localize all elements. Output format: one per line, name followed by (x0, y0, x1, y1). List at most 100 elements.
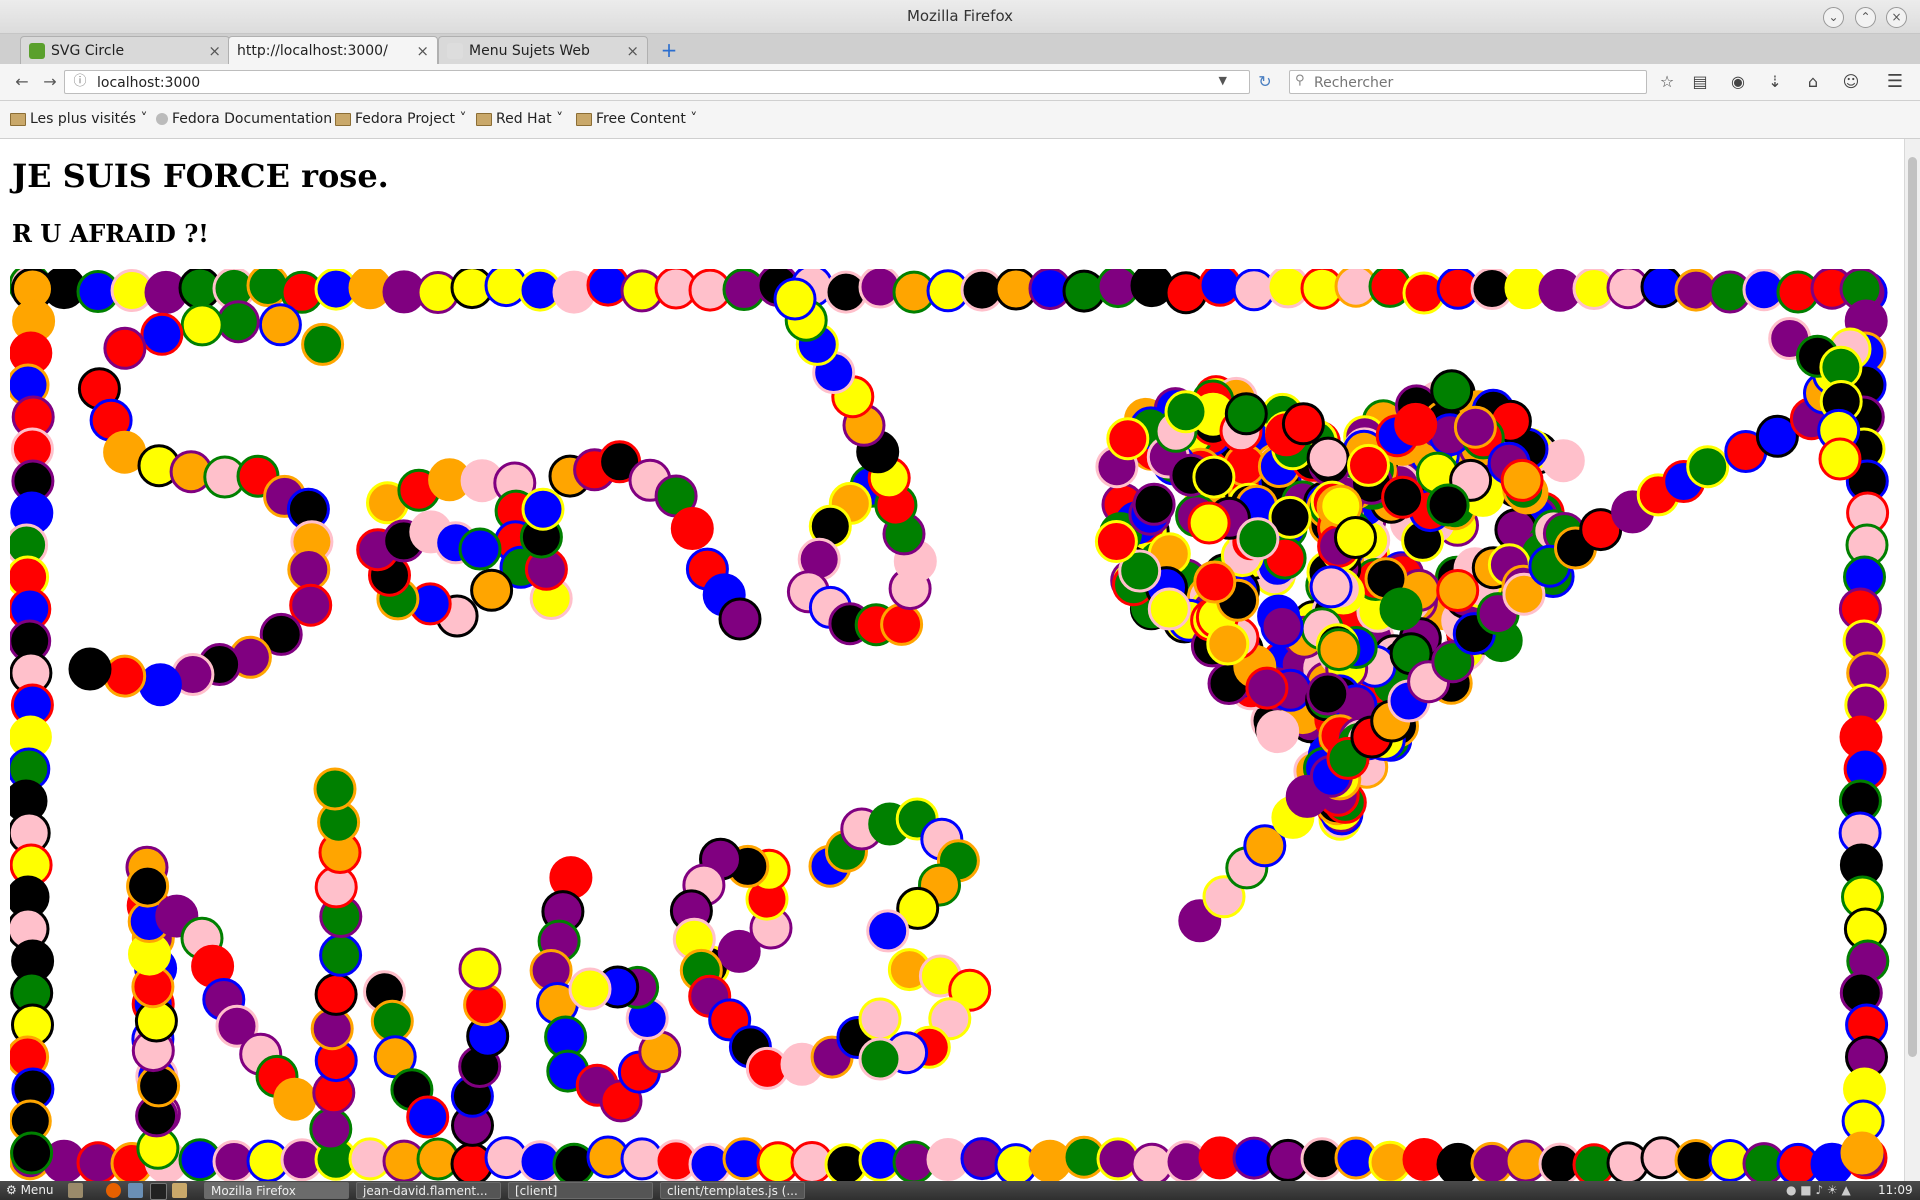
paint-dot (137, 1064, 181, 1108)
taskbar-window-terminal[interactable]: jean-david.flament... (356, 1182, 501, 1199)
paint-dot (1306, 672, 1350, 716)
bookmark-label: Fedora Project (355, 111, 456, 127)
window-title: Mozilla Firefox (906, 7, 1014, 25)
paint-dot (1394, 402, 1438, 446)
taskbar-window-client-folder[interactable]: [client] (508, 1182, 653, 1199)
search-icon: ⚲ (1295, 73, 1305, 88)
chevron-down-icon[interactable]: ▼ (1219, 74, 1227, 87)
paint-dot (370, 999, 414, 1043)
paint-dot (1818, 437, 1862, 481)
paint-dot (1256, 710, 1300, 754)
paint-dot (470, 568, 514, 612)
paint-dot (866, 909, 910, 953)
paint-dot (103, 654, 147, 698)
paint-dot (773, 277, 817, 321)
taskbar-window-firefox[interactable]: Mozilla Firefox (204, 1182, 349, 1199)
tab-svg-circle[interactable]: SVG Circle × (20, 36, 230, 64)
bookmark-fedora-documentation[interactable]: Fedora Documentation (156, 101, 332, 138)
system-tray-icons[interactable]: ● ■ ♪ ☀ ▲ (1780, 1181, 1857, 1200)
paint-dot (858, 997, 902, 1041)
paint-dot (1426, 483, 1470, 527)
files-icon[interactable] (68, 1183, 83, 1198)
close-tab-icon[interactable]: × (208, 37, 221, 64)
chat-icon[interactable]: ☺ (1840, 71, 1862, 93)
bookmark-label: Fedora Documentation (172, 111, 333, 127)
bookmark-red-hat[interactable]: Red Hat ˅ (476, 101, 563, 138)
tab-menu-sujets-web[interactable]: Menu Sujets Web × (438, 36, 648, 64)
folder-icon (10, 112, 26, 126)
bookmark-free-content[interactable]: Free Content ˅ (576, 101, 697, 138)
paint-dot (521, 487, 565, 531)
paint-dot (1334, 516, 1377, 559)
paint-dot (463, 983, 507, 1027)
chevron-down-icon: ˅ (459, 111, 467, 127)
maximize-icon[interactable]: ⌃ (1855, 7, 1876, 28)
url-bar[interactable]: ⓘ ▼ (64, 70, 1250, 94)
paint-dot (1436, 569, 1480, 612)
paint-dot (458, 527, 502, 571)
paint-dot (273, 1077, 317, 1121)
close-window-icon[interactable]: × (1886, 7, 1907, 28)
paint-dot (1260, 605, 1304, 648)
terminal-icon[interactable] (150, 1183, 167, 1200)
drawing-canvas[interactable] (10, 269, 1894, 1181)
paint-dot (309, 1107, 353, 1151)
paint-dot (1453, 405, 1497, 449)
url-input[interactable] (95, 73, 1199, 93)
clock: 11:09 (1878, 1183, 1913, 1197)
bookmarks-list-icon[interactable]: ▤ (1689, 71, 1711, 93)
download-arrow-icon[interactable]: ⇣ (1764, 71, 1786, 93)
globe-icon (156, 113, 168, 125)
paint-dot (1132, 482, 1176, 526)
bookmarks-toolbar: Les plus visités ˅ Fedora Documentation … (0, 101, 1920, 139)
forward-arrow-icon[interactable]: → (38, 70, 62, 94)
bookmark-label: Free Content (596, 111, 686, 127)
start-menu-button[interactable]: ⚙ Menu (0, 1181, 60, 1200)
close-tab-icon[interactable]: × (416, 37, 429, 65)
paint-dot (1430, 369, 1474, 413)
back-arrow-icon[interactable]: ← (10, 70, 34, 94)
tab-localhost[interactable]: http://localhost:3000/ × (228, 36, 438, 65)
paint-dot (1193, 560, 1237, 604)
folder-icon (335, 112, 351, 126)
firefox-icon[interactable] (106, 1183, 121, 1198)
home-icon[interactable]: ⌂ (1802, 71, 1824, 93)
pocket-icon[interactable]: ◉ (1727, 71, 1749, 93)
search-input[interactable] (1312, 73, 1636, 93)
paint-dot (1187, 501, 1231, 545)
paint-dot (858, 1037, 902, 1081)
paint-dot (1245, 666, 1289, 710)
site-info-icon[interactable]: ⓘ (72, 74, 88, 90)
taskbar-window-editor[interactable]: client/templates.js (... (660, 1182, 805, 1199)
close-tab-icon[interactable]: × (626, 37, 639, 64)
folder-icon[interactable] (172, 1183, 187, 1198)
taskbar: ⚙ Menu Mozilla Firefox jean-david.flamen… (0, 1181, 1920, 1200)
bookmark-fedora-project[interactable]: Fedora Project ˅ (335, 101, 467, 138)
paint-dot (670, 507, 714, 550)
paint-dot (287, 548, 331, 591)
paint-dot (1347, 443, 1390, 487)
paint-dot (68, 647, 112, 691)
folder-icon (576, 112, 592, 126)
paint-dot (1094, 520, 1138, 563)
paint-dot (1147, 587, 1191, 631)
paint-dot (1224, 392, 1268, 436)
paint-dot (1840, 1131, 1884, 1175)
paint-dot (1164, 390, 1208, 434)
paint-dot (880, 602, 924, 646)
bookmark-star-icon[interactable]: ☆ (1656, 71, 1678, 93)
bookmark-les-plus-visites[interactable]: Les plus visités ˅ (10, 101, 148, 138)
paint-dot (314, 972, 358, 1016)
svg-favicon-icon (29, 43, 45, 59)
paint-dot (568, 967, 612, 1011)
scrollbar-thumb[interactable] (1908, 157, 1917, 1057)
new-tab-icon[interactable]: + (658, 39, 680, 61)
hamburger-menu-icon[interactable]: ☰ (1884, 71, 1906, 93)
reload-icon[interactable]: ↻ (1253, 70, 1277, 94)
search-bar[interactable]: ⚲ (1289, 70, 1647, 94)
settings-icon[interactable] (128, 1183, 143, 1198)
vertical-scrollbar[interactable] (1904, 139, 1920, 1181)
tab-strip: SVG Circle × http://localhost:3000/ × Me… (0, 34, 1920, 65)
minimize-icon[interactable]: ⌄ (1823, 7, 1844, 28)
paint-dot (1106, 417, 1150, 461)
